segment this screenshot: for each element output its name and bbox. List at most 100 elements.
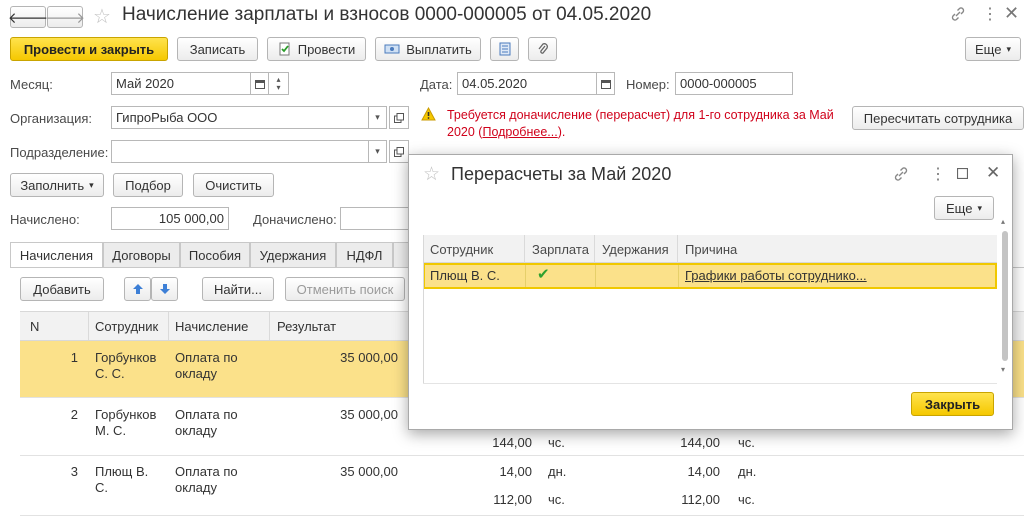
date-field[interactable]: 04.05.2020 (457, 72, 597, 95)
move-up-button[interactable] (124, 277, 151, 301)
date-calendar-button[interactable] (597, 72, 615, 95)
number-field[interactable]: 0000-000005 (675, 72, 793, 95)
warning-message: Требуется доначисление (перерасчет) для … (447, 107, 834, 141)
stepper-down-icon: ▾ (276, 82, 281, 92)
department-label: Подразделение: (10, 145, 109, 160)
organization-field[interactable]: ГипроРыба ООО (111, 106, 369, 129)
employee-name: Горбунков С. С. (95, 350, 156, 382)
link-icon[interactable] (950, 6, 966, 22)
column-header-employee[interactable]: Сотрудник (95, 319, 158, 334)
dialog-table-border (423, 235, 424, 383)
attach-button[interactable] (528, 37, 557, 61)
star-icon[interactable]: ☆ (423, 163, 440, 186)
column-header-n[interactable]: N (30, 319, 39, 334)
more-vertical-icon[interactable]: ⋮ (930, 164, 946, 184)
cell-divider (678, 265, 679, 287)
move-down-button[interactable] (151, 277, 178, 301)
norm-value: 14,00 (687, 464, 720, 479)
employee-name-line2: С. (95, 480, 108, 495)
organization-dropdown-button[interactable]: ▾ (369, 106, 387, 129)
maximize-icon[interactable] (957, 168, 968, 179)
row-number: 1 (70, 350, 78, 365)
close-icon[interactable]: ✕ (986, 163, 1000, 183)
employee-name-line2: М. С. (95, 423, 127, 438)
column-header-employee[interactable]: Сотрудник (423, 235, 525, 263)
more-button[interactable]: Еще ▾ (965, 37, 1021, 61)
accrual-type-line2: окладу (175, 423, 217, 438)
forward-button[interactable]: 🡒 (44, 6, 86, 28)
post-button[interactable]: Провести (267, 37, 366, 61)
column-header-reason[interactable]: Причина (678, 235, 997, 263)
unit-value: чс. (738, 492, 755, 507)
details-link[interactable]: Подробнее... (482, 125, 557, 139)
tab-accruals[interactable]: Начисления (10, 242, 103, 268)
column-header-salary[interactable]: Зарплата (525, 235, 595, 263)
row-number: 3 (70, 464, 78, 479)
department-field[interactable] (111, 140, 369, 163)
reason-link[interactable]: Графики работы сотруднико... (685, 268, 867, 283)
close-button[interactable]: Закрыть (911, 392, 994, 416)
warning-text-prefix: 2020 ( (447, 125, 483, 139)
organization-open-button[interactable] (389, 106, 409, 129)
open-window-icon (394, 146, 404, 157)
organization-label: Организация: (10, 111, 93, 126)
department-dropdown-button[interactable]: ▾ (369, 140, 387, 163)
scrollbar[interactable]: ▴ ▾ (1001, 217, 1009, 377)
month-stepper[interactable]: ▴ ▾ (269, 72, 289, 95)
clear-button[interactable]: Очистить (193, 173, 274, 197)
month-field[interactable]: Май 2020 (111, 72, 251, 95)
recalculate-employee-button[interactable]: Пересчитать сотрудника (852, 106, 1024, 130)
back-button[interactable]: 🡐 (8, 6, 48, 28)
tab-ndfl[interactable]: НДФЛ (336, 242, 393, 267)
dropdown-arrow-icon: ▾ (375, 112, 380, 122)
norm-value: 112,00 (681, 492, 720, 507)
select-button[interactable]: Подбор (113, 173, 183, 197)
header-divider (168, 312, 169, 340)
employee-name-line1: Горбунков (95, 350, 157, 365)
star-icon[interactable]: ☆ (93, 4, 111, 29)
scrollbar-thumb[interactable] (1002, 231, 1008, 361)
fill-button[interactable]: Заполнить ▾ (10, 173, 104, 197)
report-button[interactable] (490, 37, 519, 61)
pay-button[interactable]: Выплатить (375, 37, 481, 61)
employee-name-line2: С. С. (95, 366, 125, 381)
arrow-right-icon: 🡒 (44, 9, 86, 27)
cancel-search-button[interactable]: Отменить поиск (285, 277, 405, 301)
tab-deductions[interactable]: Удержания (250, 242, 336, 267)
pay-button-label: Выплатить (406, 41, 472, 57)
scroll-down-icon[interactable]: ▾ (1001, 365, 1005, 374)
employee-name: Горбунков М. С. (95, 407, 156, 439)
accrual-type-line1: Оплата по (175, 350, 238, 365)
number-label: Номер: (626, 77, 670, 92)
link-icon[interactable] (893, 166, 909, 182)
accrued-label: Начислено: (10, 212, 80, 227)
save-button[interactable]: Записать (177, 37, 258, 61)
tab-benefits[interactable]: Пособия (180, 242, 250, 267)
dialog-table-bottom (423, 383, 997, 384)
document-list-icon (499, 42, 511, 56)
department-open-button[interactable] (389, 140, 409, 163)
dialog-more-label: Еще (946, 200, 973, 216)
employee-name-line1: Плющ В. (95, 464, 149, 479)
pay-icon (384, 43, 400, 55)
column-header-deductions[interactable]: Удержания (595, 235, 678, 263)
more-vertical-icon[interactable]: ⋮ (982, 4, 998, 24)
month-calendar-button[interactable] (251, 72, 269, 95)
arrow-down-icon (159, 283, 171, 295)
post-and-close-button[interactable]: Провести и закрыть (10, 37, 168, 61)
unit-value: чс. (548, 492, 565, 507)
close-icon[interactable]: ✕ (1004, 3, 1019, 24)
find-button[interactable]: Найти... (202, 277, 274, 301)
paperclip-icon (537, 42, 549, 56)
tab-contracts[interactable]: Договоры (103, 242, 180, 267)
accrual-type-line1: Оплата по (175, 407, 238, 422)
add-button[interactable]: Добавить (20, 277, 104, 301)
warning-icon (421, 107, 436, 121)
scroll-up-icon[interactable]: ▴ (1001, 217, 1005, 226)
dialog-more-button[interactable]: Еще ▾ (934, 196, 994, 220)
column-header-result[interactable]: Результат (277, 319, 336, 334)
post-doc-icon (278, 42, 292, 56)
dropdown-arrow-icon: ▾ (1006, 43, 1011, 54)
employee-name-line1: Горбунков (95, 407, 157, 422)
column-header-accrual[interactable]: Начисление (175, 319, 248, 334)
